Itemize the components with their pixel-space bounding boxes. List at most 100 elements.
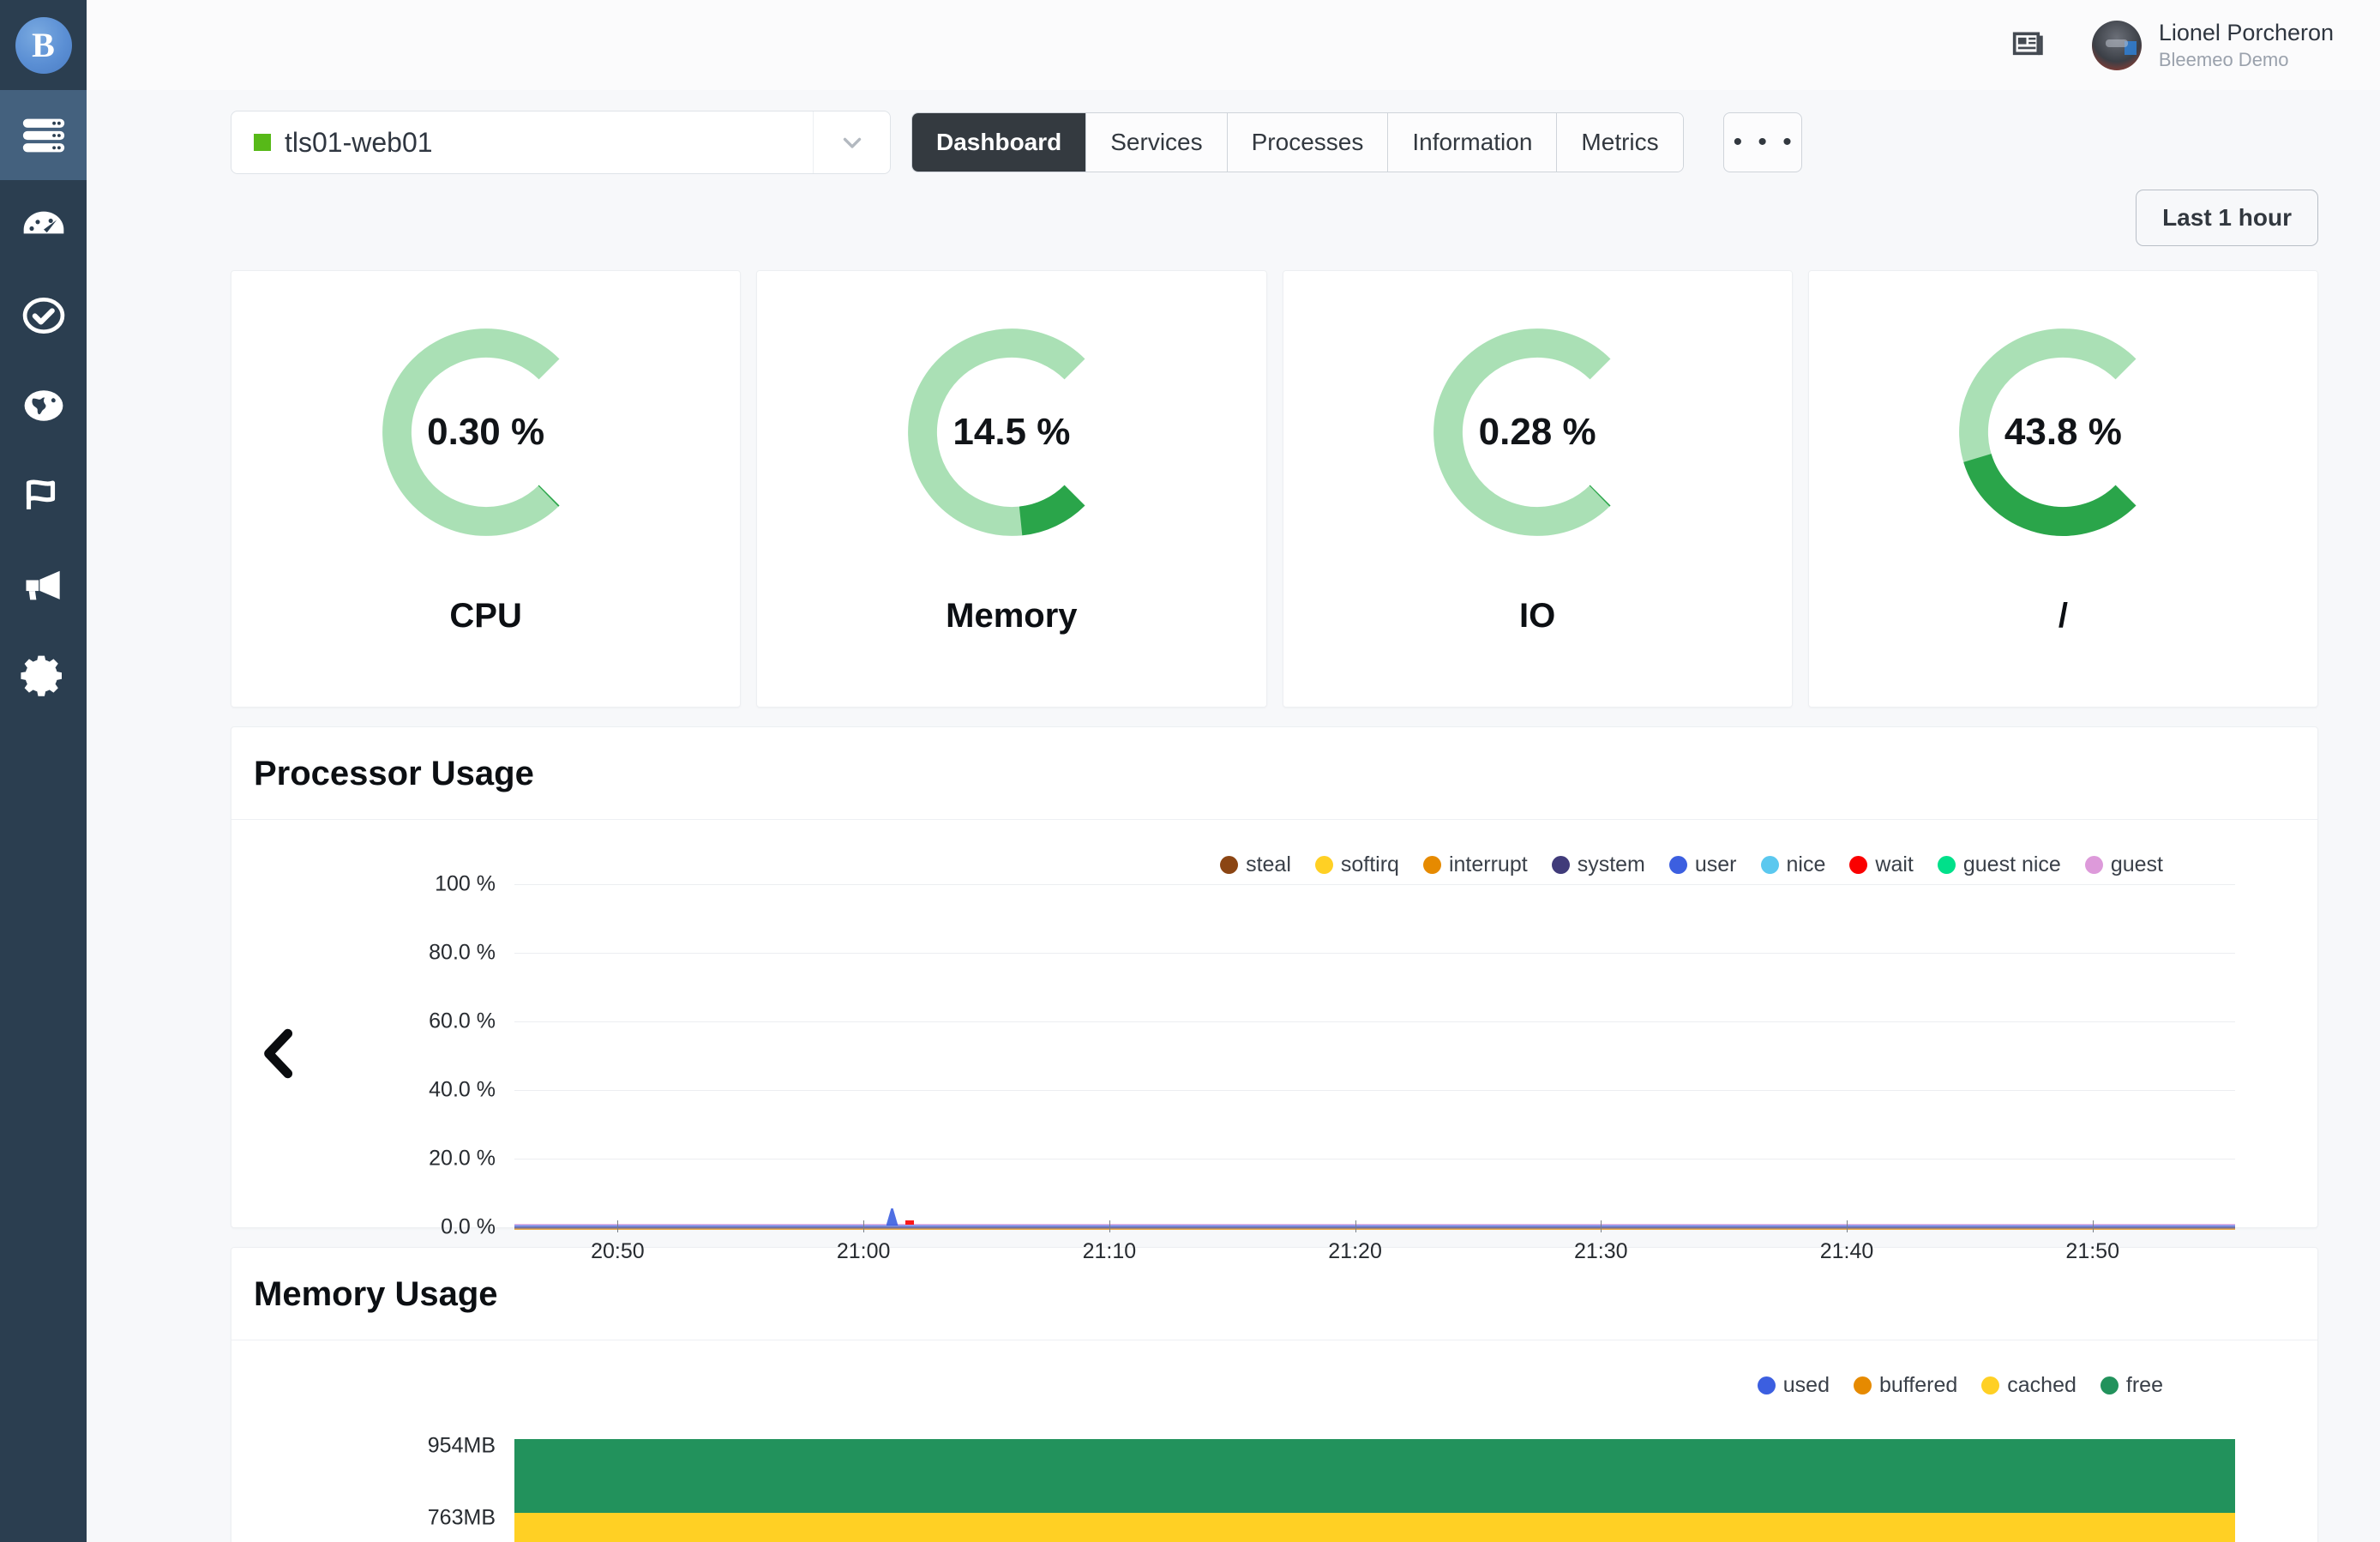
processor-legend-item[interactable]: softirq xyxy=(1314,852,1399,877)
legend-color-swatch xyxy=(2100,1376,2119,1394)
legend-label: softirq xyxy=(1340,852,1399,876)
tab-dashboard[interactable]: Dashboard xyxy=(912,113,1087,172)
sidebar-item-announcements[interactable] xyxy=(0,540,87,630)
sidebar-item-settings[interactable] xyxy=(0,630,87,720)
gear-icon xyxy=(20,652,68,700)
chevron-left-icon[interactable] xyxy=(254,1024,302,1088)
newspaper-icon[interactable] xyxy=(2008,23,2047,67)
chevron-down-icon[interactable] xyxy=(813,111,890,173)
processor-legend-item[interactable]: system xyxy=(1551,852,1645,877)
time-range-button[interactable]: Last 1 hour xyxy=(2136,190,2318,246)
legend-color-swatch xyxy=(2084,856,2103,874)
app-logo[interactable]: B xyxy=(0,0,87,90)
legend-color-swatch xyxy=(1668,856,1687,874)
x-axis-tick-mark xyxy=(2092,1220,2094,1232)
gridline xyxy=(514,953,2235,954)
processor-usage-plot xyxy=(514,884,2235,1230)
processor-legend-item[interactable]: user xyxy=(1668,852,1737,877)
processor-usage-header: Processor Usage xyxy=(231,727,2317,820)
legend-color-swatch xyxy=(1551,856,1570,874)
memory-usage-plot xyxy=(514,1439,2235,1542)
processor-legend-item[interactable]: steal xyxy=(1220,852,1291,877)
host-select[interactable]: tls01-web01 xyxy=(231,111,891,174)
user-org: Bleemeo Demo xyxy=(2158,48,2289,70)
gauge-memory: 14.5 % xyxy=(900,321,1123,544)
top-header: Lionel Porcheron Bleemeo Demo xyxy=(87,0,2380,90)
memory-usage-y-axis: 763MB 954MB xyxy=(231,1406,514,1542)
y-axis-tick-label: 40.0 % xyxy=(429,1077,496,1102)
x-axis-tick-mark xyxy=(1109,1220,1110,1232)
legend-label: guest nice xyxy=(1962,852,2061,876)
processor-usage-legend: steal softirq interrupt system user nice wait g… xyxy=(231,834,2317,877)
sidebar-item-checks[interactable] xyxy=(0,270,87,360)
tab-services[interactable]: Services xyxy=(1086,113,1228,172)
toolbar: tls01-web01 Dashboard Services Processes… xyxy=(87,90,2380,174)
gauge-value-cpu: 0.30 % xyxy=(427,411,545,453)
gridline xyxy=(514,1090,2235,1091)
y-axis-tick-label: 100 % xyxy=(435,871,496,896)
memory-legend-item[interactable]: buffered xyxy=(1853,1373,1958,1398)
tab-processes[interactable]: Processes xyxy=(1227,113,1389,172)
y-axis-tick-label: 954MB xyxy=(427,1433,496,1458)
gauge-root: 43.8 % xyxy=(1951,321,2174,544)
legend-color-swatch xyxy=(1849,856,1868,874)
y-axis-tick-label: 60.0 % xyxy=(429,1009,496,1033)
server-icon xyxy=(19,111,69,160)
legend-color-swatch xyxy=(1422,856,1441,874)
gauge-card-io: 0.28 % IO xyxy=(1282,270,1793,708)
panel-title: Processor Usage xyxy=(254,755,534,792)
legend-label: buffered xyxy=(1878,1373,1958,1397)
user-name: Lionel Porcheron xyxy=(2158,19,2334,45)
processor-legend-item[interactable]: guest xyxy=(2084,852,2163,877)
panel-title: Memory Usage xyxy=(254,1275,498,1313)
processor-legend-item[interactable]: guest nice xyxy=(1937,852,2061,877)
more-options-button[interactable]: • • • xyxy=(1722,112,1802,172)
x-axis-tick-label: 21:10 xyxy=(1082,1239,1137,1263)
legend-label: used xyxy=(1782,1373,1830,1397)
gauge-value-root: 43.8 % xyxy=(2004,411,2122,453)
memory-usage-panel: Memory Usage used buffered cached free 763M… xyxy=(231,1247,2318,1542)
y-axis-tick-label: 763MB xyxy=(427,1505,496,1530)
processor-legend-item[interactable]: wait xyxy=(1849,852,1914,877)
gauge-cards: 0.30 % CPU 14.5 % Memory 0.28 % IO 43.8 … xyxy=(87,246,2380,708)
processor-usage-chart: 0.0 % 20.0 % 40.0 % 60.0 % 80.0 % 100 % 20:50… xyxy=(231,872,2317,1263)
processor-usage-panel: Processor Usage steal softirq interrupt sys… xyxy=(231,726,2318,1263)
status-badge xyxy=(254,134,271,151)
user-text: Lionel Porcheron Bleemeo Demo xyxy=(2159,19,2334,71)
sidebar-item-dashboards[interactable] xyxy=(0,180,87,270)
gauge-icon xyxy=(20,202,68,250)
tab-information[interactable]: Information xyxy=(1388,113,1558,172)
processor-usage-body: steal softirq interrupt system user nice wait g… xyxy=(231,820,2317,1263)
tab-metrics[interactable]: Metrics xyxy=(1557,113,1683,172)
gauge-card-root: 43.8 % / xyxy=(1807,270,2318,708)
processor-legend-item[interactable]: nice xyxy=(1760,852,1826,877)
gauge-value-io: 0.28 % xyxy=(1478,411,1596,453)
sidebar-item-global[interactable] xyxy=(0,360,87,450)
legend-label: nice xyxy=(1786,852,1826,876)
app-root: B Lionel Porcheron Bleemeo Demo tls01-we… xyxy=(0,0,2380,1542)
x-axis-tick-mark xyxy=(863,1220,865,1232)
gridline xyxy=(514,1159,2235,1160)
sidebar-item-servers[interactable] xyxy=(0,90,87,180)
x-axis-tick-mark xyxy=(1846,1220,1848,1232)
sidebar-item-events[interactable] xyxy=(0,450,87,540)
x-axis-tick-label: 21:50 xyxy=(2065,1239,2119,1263)
user-menu[interactable]: Lionel Porcheron Bleemeo Demo xyxy=(2091,19,2334,71)
legend-color-swatch xyxy=(1757,1376,1776,1394)
memory-legend-item[interactable]: used xyxy=(1757,1373,1830,1398)
legend-color-swatch xyxy=(1937,856,1956,874)
megaphone-icon xyxy=(20,562,68,610)
legend-label: user xyxy=(1694,852,1737,876)
flag-icon xyxy=(20,472,68,520)
memory-legend-item[interactable]: cached xyxy=(1981,1373,2076,1398)
y-axis-tick-label: 80.0 % xyxy=(429,940,496,965)
x-axis-tick-mark xyxy=(617,1220,619,1232)
processor-usage-x-axis: 20:50 21:00 21:10 21:20 21:30 21:40 21:50 xyxy=(514,1220,2235,1272)
memory-usage-legend: used buffered cached free xyxy=(231,1354,2317,1398)
memory-usage-chart: 763MB 954MB xyxy=(231,1406,2317,1542)
gauge-title-io: IO xyxy=(1519,597,1556,635)
globe-icon xyxy=(20,382,68,430)
primary-sidebar: B xyxy=(0,0,87,1542)
memory-legend-item[interactable]: free xyxy=(2100,1373,2163,1398)
processor-legend-item[interactable]: interrupt xyxy=(1422,852,1528,877)
